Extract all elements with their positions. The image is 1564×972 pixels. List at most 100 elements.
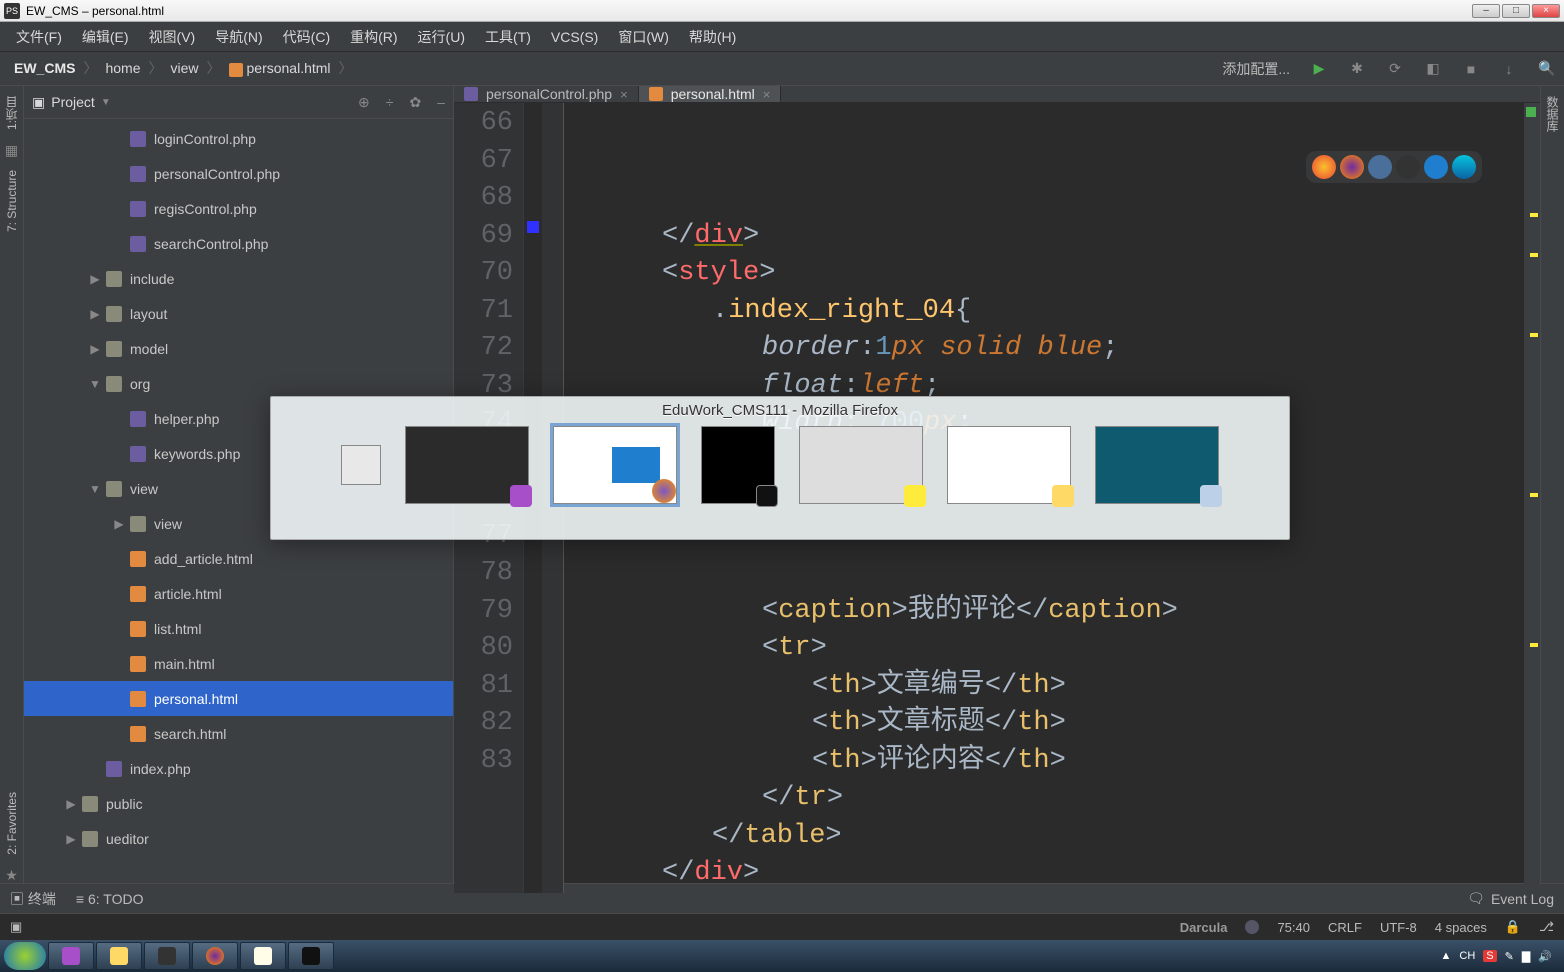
tree-folder-ueditor[interactable]: ▶ueditor bbox=[24, 821, 453, 856]
gear-icon[interactable]: ✿ bbox=[409, 94, 421, 111]
tree-file[interactable]: main.html bbox=[24, 646, 453, 681]
warning-marker[interactable] bbox=[1530, 333, 1538, 337]
menu-tools[interactable]: 工具(T) bbox=[475, 27, 541, 47]
tray-lang[interactable]: CH bbox=[1459, 950, 1475, 962]
crumb-project[interactable]: EW_CMS bbox=[8, 58, 81, 78]
folder-icon[interactable]: ▦ bbox=[4, 142, 20, 158]
tree-file[interactable]: list.html bbox=[24, 611, 453, 646]
eventlog-button[interactable]: 🗨 Event Log bbox=[1467, 890, 1554, 907]
menu-help[interactable]: 帮助(H) bbox=[679, 27, 746, 47]
sidebar-tab-favorites[interactable]: 2: Favorites bbox=[5, 786, 19, 861]
tree-file[interactable]: personalControl.php bbox=[24, 156, 453, 191]
ie-icon[interactable] bbox=[1424, 155, 1448, 179]
firefox-icon[interactable] bbox=[1340, 155, 1364, 179]
warning-marker[interactable] bbox=[1530, 213, 1538, 217]
theme-icon[interactable] bbox=[1245, 920, 1259, 934]
crumb-home[interactable]: home bbox=[99, 58, 146, 78]
theme-label[interactable]: Darcula bbox=[1180, 920, 1228, 935]
taskbar-item-notes[interactable] bbox=[240, 942, 286, 970]
alt-tab-switcher[interactable]: EduWork_CMS111 - Mozilla Firefox bbox=[270, 396, 1290, 540]
caret-position[interactable]: 75:40 bbox=[1277, 920, 1310, 935]
tree-file[interactable]: regisControl.php bbox=[24, 191, 453, 226]
debug-icon[interactable]: ✱ bbox=[1348, 60, 1366, 78]
file-encoding[interactable]: UTF-8 bbox=[1380, 920, 1417, 935]
update-icon[interactable]: ↓ bbox=[1500, 60, 1518, 78]
taskbar-item-phpstorm[interactable] bbox=[144, 942, 190, 970]
tree-file-active[interactable]: personal.html bbox=[24, 681, 453, 716]
tree-file[interactable]: searchControl.php bbox=[24, 226, 453, 261]
maximize-button[interactable]: □ bbox=[1502, 4, 1530, 18]
terminal-button[interactable]: ▣ 终端 bbox=[10, 889, 56, 909]
tree-file[interactable]: index.php bbox=[24, 751, 453, 786]
menu-code[interactable]: 代码(C) bbox=[273, 27, 340, 47]
error-stripe[interactable] bbox=[1524, 103, 1540, 893]
menu-window[interactable]: 窗口(W) bbox=[608, 27, 679, 47]
start-button[interactable] bbox=[4, 942, 46, 970]
menu-navigate[interactable]: 导航(N) bbox=[205, 27, 272, 47]
menu-run[interactable]: 运行(U) bbox=[408, 27, 475, 47]
tree-file[interactable]: article.html bbox=[24, 576, 453, 611]
tree-file[interactable]: loginControl.php bbox=[24, 121, 453, 156]
tree-file[interactable]: add_article.html bbox=[24, 541, 453, 576]
window-thumbnail-cmd[interactable] bbox=[701, 426, 775, 504]
tray-icon[interactable]: ✎ bbox=[1505, 950, 1514, 963]
sidebar-tab-database[interactable]: 数据库 bbox=[1544, 90, 1561, 138]
crumb-file[interactable]: personal.html bbox=[223, 58, 337, 78]
run-configurations-dropdown[interactable]: 添加配置... bbox=[1222, 59, 1290, 79]
git-branch-icon[interactable]: ⎇ bbox=[1539, 919, 1554, 935]
path-breadcrumb[interactable]: EW_CMS 〉 home 〉 view 〉 personal.html 〉 bbox=[8, 58, 353, 78]
menu-view[interactable]: 视图(V) bbox=[139, 27, 206, 47]
window-thumbnail[interactable] bbox=[341, 445, 381, 485]
tab-personalcontrol[interactable]: personalControl.php × bbox=[454, 86, 639, 102]
tray-icon[interactable]: ▲ bbox=[1440, 950, 1451, 962]
status-ui-icon[interactable]: ▣ bbox=[10, 919, 22, 935]
project-dropdown[interactable]: ▣ Project ▼ bbox=[32, 94, 111, 111]
tray-icon[interactable]: S bbox=[1483, 950, 1496, 962]
taskbar-item-explorer[interactable] bbox=[96, 942, 142, 970]
todo-button[interactable]: ≡ 6: TODO bbox=[76, 891, 144, 907]
window-thumbnail-firefox[interactable] bbox=[553, 426, 677, 504]
menu-vcs[interactable]: VCS(S) bbox=[541, 29, 608, 45]
warning-marker[interactable] bbox=[1530, 253, 1538, 257]
chrome-icon[interactable] bbox=[1312, 155, 1336, 179]
hide-icon[interactable]: – bbox=[437, 94, 445, 111]
tree-file[interactable]: search.html bbox=[24, 716, 453, 751]
menu-edit[interactable]: 编辑(E) bbox=[72, 27, 139, 47]
opera-icon[interactable] bbox=[1396, 155, 1420, 179]
tree-folder-model[interactable]: ▶model bbox=[24, 331, 453, 366]
close-icon[interactable]: × bbox=[763, 87, 771, 102]
profiler-icon[interactable]: ◧ bbox=[1424, 60, 1442, 78]
window-thumbnail-phpstorm[interactable] bbox=[405, 426, 529, 504]
warning-marker[interactable] bbox=[1530, 643, 1538, 647]
window-thumbnail[interactable] bbox=[1095, 426, 1219, 504]
tree-folder-public[interactable]: ▶public bbox=[24, 786, 453, 821]
taskbar-item[interactable] bbox=[48, 942, 94, 970]
crumb-view[interactable]: view bbox=[164, 58, 204, 78]
tab-personal-html[interactable]: personal.html × bbox=[639, 86, 782, 102]
stop-icon[interactable]: ■ bbox=[1462, 60, 1480, 78]
coverage-icon[interactable]: ⟳ bbox=[1386, 60, 1404, 78]
tree-folder-layout[interactable]: ▶layout bbox=[24, 296, 453, 331]
search-everywhere-icon[interactable]: 🔍 bbox=[1538, 60, 1556, 78]
safari-icon[interactable] bbox=[1368, 155, 1392, 179]
indent-setting[interactable]: 4 spaces bbox=[1435, 920, 1487, 935]
sidebar-tab-structure[interactable]: 7: Structure bbox=[5, 164, 19, 238]
minimize-button[interactable]: – bbox=[1472, 4, 1500, 18]
tray-network-icon[interactable]: ▇ bbox=[1522, 950, 1530, 963]
window-thumbnail[interactable] bbox=[799, 426, 923, 504]
locate-icon[interactable]: ⊕ bbox=[358, 94, 370, 111]
close-icon[interactable]: × bbox=[620, 87, 628, 102]
tray-sound-icon[interactable]: 🔊 bbox=[1538, 950, 1552, 963]
taskbar-item-cmd[interactable] bbox=[288, 942, 334, 970]
menu-refactor[interactable]: 重构(R) bbox=[340, 27, 407, 47]
star-icon[interactable]: ★ bbox=[4, 867, 20, 883]
taskbar-item-firefox[interactable] bbox=[192, 942, 238, 970]
collapse-icon[interactable]: ÷ bbox=[386, 94, 394, 111]
tree-folder-include[interactable]: ▶include bbox=[24, 261, 453, 296]
file-lock-icon[interactable]: 🔒 bbox=[1505, 919, 1521, 935]
line-ending[interactable]: CRLF bbox=[1328, 920, 1362, 935]
system-tray[interactable]: ▲ CH S ✎ ▇ 🔊 bbox=[1440, 950, 1560, 963]
edge-icon[interactable] bbox=[1452, 155, 1476, 179]
run-icon[interactable]: ▶ bbox=[1310, 60, 1328, 78]
sidebar-tab-project[interactable]: 1:项目 bbox=[3, 90, 20, 136]
